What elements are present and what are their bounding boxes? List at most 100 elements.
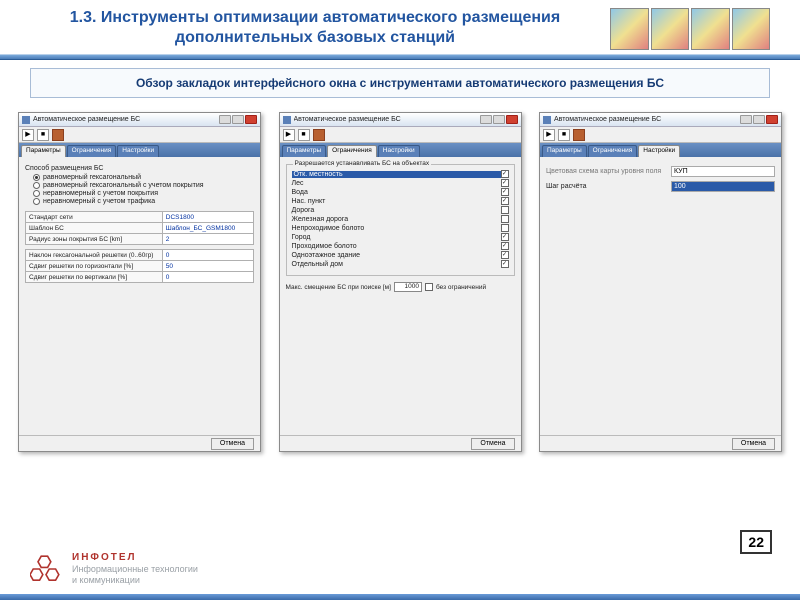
subtitle: Обзор закладок интерфейсного окна с инст…: [30, 68, 770, 98]
toolbar: ▶ ■: [280, 127, 521, 143]
checkbox-icon[interactable]: ✓: [501, 251, 509, 259]
terrain-checkbox-row[interactable]: Нас. пункт✓: [292, 197, 509, 205]
allowed-objects-group: Разрешается устанавливать БС на объектах…: [286, 164, 515, 276]
checkbox-label: Дорога: [292, 207, 501, 214]
cancel-button[interactable]: Отмена: [471, 438, 514, 450]
cancel-button[interactable]: Отмена: [211, 438, 254, 450]
step-input[interactable]: 100: [671, 181, 775, 192]
max-offset-input[interactable]: 1000: [394, 282, 422, 292]
checkbox-label: Вода: [292, 189, 501, 196]
play-icon[interactable]: ▶: [283, 129, 295, 141]
header-screenshot-thumbs: [610, 8, 770, 50]
radio-option[interactable]: неравномерный с учетом покрытия: [33, 190, 254, 197]
terrain-checkbox-row[interactable]: Отк. местность✓: [292, 170, 509, 178]
tab-constraints[interactable]: Ограничения: [588, 145, 638, 157]
terrain-checkbox-row[interactable]: Дорога: [292, 206, 509, 214]
group-legend: Разрешается устанавливать БС на объектах: [293, 160, 432, 167]
tab-constraints[interactable]: Ограничения: [327, 145, 377, 157]
checkbox-icon[interactable]: ✓: [501, 188, 509, 196]
checkbox-label: Отк. местность: [292, 171, 501, 178]
colorscheme-dropdown[interactable]: КУП: [671, 166, 775, 177]
tab-settings[interactable]: Настройки: [378, 145, 420, 157]
stop-icon[interactable]: ■: [37, 129, 49, 141]
config-icon[interactable]: [313, 129, 325, 141]
play-icon[interactable]: ▶: [543, 129, 555, 141]
step-label: Шаг расчёта: [546, 183, 666, 190]
checkbox-label: Город: [292, 234, 501, 241]
radio-icon: [33, 174, 40, 181]
window-titlebar: Автоматическое размещение БС: [280, 113, 521, 127]
close-icon[interactable]: [766, 115, 778, 124]
checkbox-icon[interactable]: ✓: [501, 233, 509, 241]
radio-icon: [33, 198, 40, 205]
minimize-icon[interactable]: [219, 115, 231, 124]
tab-bar: Параметры Ограничения Настройки: [19, 143, 260, 157]
maximize-icon[interactable]: [753, 115, 765, 124]
checkbox-icon[interactable]: ✓: [501, 170, 509, 178]
slide-footer: 22 ИНФОТЕЛ Информационные технологии и к…: [0, 530, 800, 600]
maximize-icon[interactable]: [232, 115, 244, 124]
checkbox-label: Одноэтажное здание: [292, 252, 501, 259]
checkbox-icon[interactable]: [501, 215, 509, 223]
checkbox-label: Нас. пункт: [292, 198, 501, 205]
terrain-checkbox-row[interactable]: Непроходимое болото: [292, 224, 509, 232]
tab-constraints[interactable]: Ограничения: [67, 145, 117, 157]
tab-settings[interactable]: Настройки: [117, 145, 159, 157]
checkbox-icon[interactable]: [501, 224, 509, 232]
toolbar: ▶ ■: [540, 127, 781, 143]
tab-bar: Параметры Ограничения Настройки: [280, 143, 521, 157]
radio-option[interactable]: равномерный гексагональный: [33, 174, 254, 181]
terrain-checkbox-row[interactable]: Железная дорога: [292, 215, 509, 223]
window-titlebar: Автоматическое размещение БС: [540, 113, 781, 127]
close-icon[interactable]: [506, 115, 518, 124]
checkbox-label: Лес: [292, 180, 501, 187]
radio-option[interactable]: неравномерный с учетом трафика: [33, 198, 254, 205]
placement-method-label: Способ размещения БС: [25, 165, 254, 172]
checkbox-label: Отдельный дом: [292, 261, 501, 268]
company-logo-icon: [30, 553, 62, 585]
minimize-icon[interactable]: [480, 115, 492, 124]
checkbox-label: Непроходимое болото: [292, 225, 501, 232]
checkbox-label: Проходимое болото: [292, 243, 501, 250]
play-icon[interactable]: ▶: [22, 129, 34, 141]
tab-parameters[interactable]: Параметры: [282, 145, 327, 157]
screenshot-panel-constraints: Автоматическое размещение БС ▶ ■ Парамет…: [279, 112, 522, 452]
minimize-icon[interactable]: [740, 115, 752, 124]
colorscheme-label: Цветовая схема карты уровня поля: [546, 168, 666, 175]
app-icon: [22, 116, 30, 124]
config-icon[interactable]: [573, 129, 585, 141]
maximize-icon[interactable]: [493, 115, 505, 124]
window-title-text: Автоматическое размещение БС: [554, 116, 737, 123]
app-icon: [543, 116, 551, 124]
radio-icon: [33, 182, 40, 189]
terrain-checkbox-row[interactable]: Проходимое болото✓: [292, 242, 509, 250]
config-icon[interactable]: [52, 129, 64, 141]
checkbox-icon[interactable]: [501, 206, 509, 214]
max-offset-row: Макс. смещение БС при поиске [м] 1000 бе…: [286, 282, 515, 292]
divider-bar: [0, 54, 800, 60]
checkbox-icon[interactable]: ✓: [501, 260, 509, 268]
params-table-1: Стандарт сетиDCS1800 Шаблон БСШаблон_БС_…: [25, 211, 254, 245]
radio-option[interactable]: равномерный гексагональный с учетом покр…: [33, 182, 254, 189]
screenshot-panel-settings: Автоматическое размещение БС ▶ ■ Парамет…: [539, 112, 782, 452]
tab-parameters[interactable]: Параметры: [542, 145, 587, 157]
slide-title: 1.3. Инструменты оптимизации автоматичес…: [30, 8, 600, 48]
radio-icon: [33, 190, 40, 197]
params-table-2: Наклон гексагональной решетки (0..60гр)0…: [25, 249, 254, 283]
tab-parameters[interactable]: Параметры: [21, 145, 66, 157]
terrain-checkbox-row[interactable]: Отдельный дом✓: [292, 260, 509, 268]
terrain-checkbox-row[interactable]: Лес✓: [292, 179, 509, 187]
stop-icon[interactable]: ■: [558, 129, 570, 141]
cancel-button[interactable]: Отмена: [732, 438, 775, 450]
terrain-checkbox-row[interactable]: Вода✓: [292, 188, 509, 196]
company-text: ИНФОТЕЛ Информационные технологии и комм…: [72, 552, 198, 586]
tab-settings[interactable]: Настройки: [638, 145, 680, 157]
terrain-checkbox-row[interactable]: Одноэтажное здание✓: [292, 251, 509, 259]
checkbox-icon[interactable]: ✓: [501, 179, 509, 187]
stop-icon[interactable]: ■: [298, 129, 310, 141]
close-icon[interactable]: [245, 115, 257, 124]
checkbox-icon[interactable]: ✓: [501, 242, 509, 250]
checkbox-icon[interactable]: ✓: [501, 197, 509, 205]
unlimited-checkbox[interactable]: [425, 283, 433, 291]
terrain-checkbox-row[interactable]: Город✓: [292, 233, 509, 241]
